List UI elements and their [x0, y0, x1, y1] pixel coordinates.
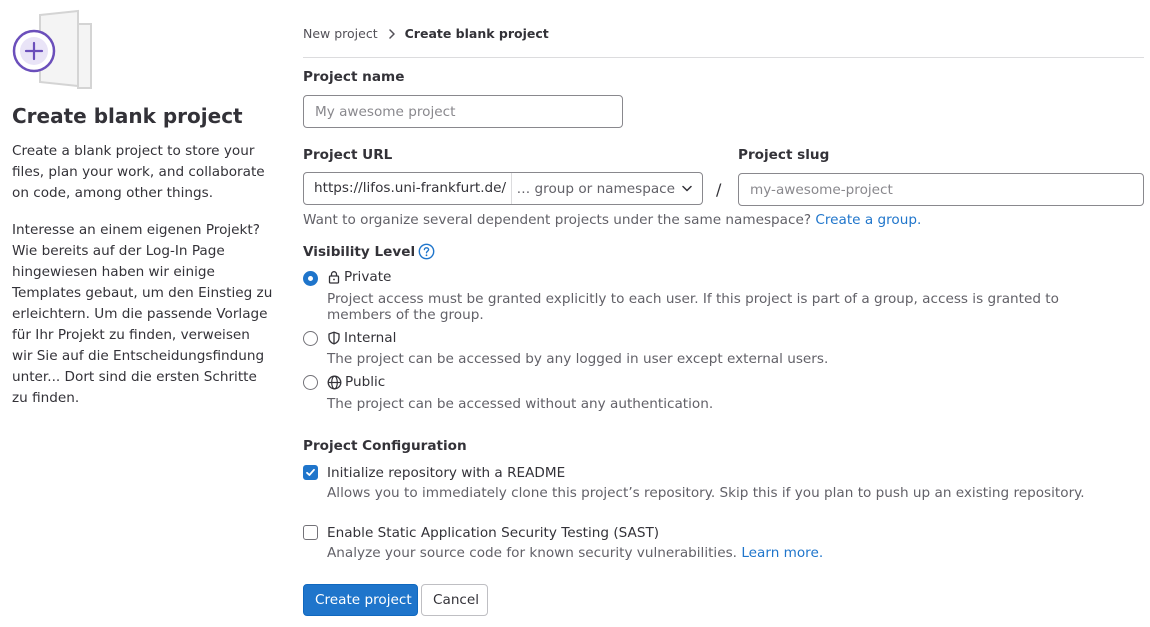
lock-icon — [327, 270, 341, 284]
readme-description: Allows you to immediately clone this pro… — [327, 485, 1085, 501]
sast-checkbox[interactable] — [303, 525, 318, 540]
check-icon — [306, 468, 315, 476]
visibility-label: Visibility Level — [303, 243, 435, 260]
option-private-title: Private — [327, 269, 391, 285]
project-slug-input[interactable] — [738, 173, 1144, 206]
divider — [303, 57, 1144, 58]
visibility-label-text: Visibility Level — [303, 243, 416, 260]
project-url-prefix: https://lifos.uni-frankfurt.de/ — [304, 173, 512, 204]
url-separator: / — [716, 180, 722, 199]
option-internal-title: Internal — [327, 330, 396, 346]
option-public-label: Public — [345, 374, 386, 390]
option-internal-description: The project can be accessed by any logge… — [327, 351, 829, 367]
option-private-description: Project access must be granted explicitl… — [327, 291, 1059, 323]
left-description: Create a blank project to store your fil… — [12, 143, 265, 201]
breadcrumb-new-project[interactable]: New project — [303, 26, 378, 41]
readme-checkbox[interactable] — [303, 465, 318, 480]
namespace-dropdown[interactable]: … group or namespace — [512, 173, 702, 204]
create-project-button[interactable]: Create project — [303, 584, 418, 616]
option-internal-label: Internal — [344, 330, 397, 346]
readme-label: Initialize repository with a README — [327, 465, 566, 481]
sast-label: Enable Static Application Security Testi… — [327, 525, 660, 541]
radio-public[interactable] — [303, 375, 318, 390]
project-name-label: Project name — [303, 69, 405, 85]
project-name-input[interactable] — [303, 95, 623, 128]
cancel-button[interactable]: Cancel — [421, 584, 488, 616]
sast-description-text: Analyze your source code for known secur… — [327, 545, 742, 561]
breadcrumb-current: Create blank project — [404, 26, 549, 41]
left-title: Create blank project — [12, 104, 243, 128]
group-help-text: Want to organize several dependent proje… — [303, 212, 921, 228]
option-public-description: The project can be accessed without any … — [327, 396, 714, 412]
option-private-label: Private — [344, 269, 392, 285]
project-url-group: https://lifos.uni-frankfurt.de/ … group … — [303, 172, 703, 205]
chevron-right-icon — [388, 28, 396, 39]
create-group-link[interactable]: Create a group. — [815, 212, 921, 228]
question-circle-icon[interactable] — [418, 243, 435, 260]
new-project-form: New project Create blank project Project… — [303, 0, 1144, 627]
left-info-text: Interesse an einem eigenen Projekt? Wie … — [12, 222, 273, 406]
option-public-title: Public — [327, 374, 385, 390]
breadcrumb: New project Create blank project — [303, 26, 549, 41]
project-slug-label: Project slug — [738, 147, 830, 163]
project-configuration-label: Project Configuration — [303, 438, 467, 454]
globe-icon — [327, 375, 342, 390]
namespace-dropdown-label: … group or namespace — [516, 180, 675, 197]
new-project-illustration — [12, 8, 102, 92]
group-help-label: Want to organize several dependent proje… — [303, 212, 816, 228]
radio-internal[interactable] — [303, 331, 318, 346]
sast-description: Analyze your source code for known secur… — [327, 545, 823, 561]
shield-icon — [327, 331, 341, 345]
project-url-label: Project URL — [303, 147, 393, 163]
radio-private[interactable] — [303, 271, 318, 286]
chevron-down-icon — [682, 185, 692, 192]
learn-more-link[interactable]: Learn more. — [741, 545, 823, 561]
